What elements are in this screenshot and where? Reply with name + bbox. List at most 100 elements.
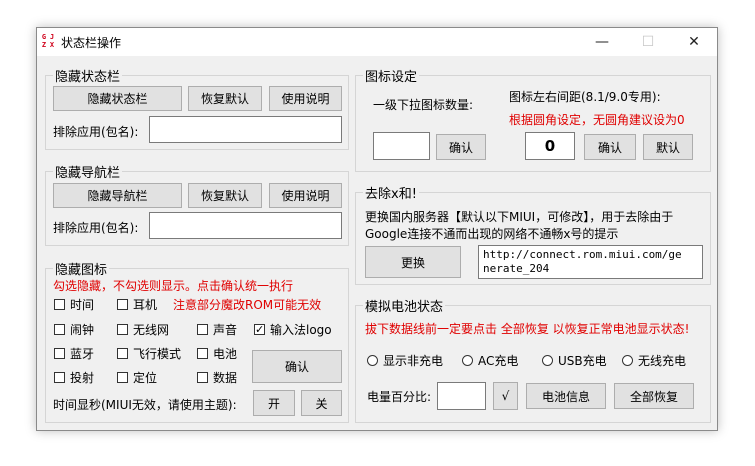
navbar-exclude-label: 排除应用(包名): (53, 221, 139, 235)
hide-icons-legend: 隐藏图标 (55, 263, 108, 278)
checkbox-box (117, 324, 128, 335)
checkbox-alarm[interactable]: 闹钟 (54, 321, 94, 338)
main-window: GJ ZX 状态栏操作 — ☐ ✕ 隐藏状态栏 隐藏状态栏 恢复默认 使用说明 … (36, 27, 718, 431)
maximize-icon: ☐ (641, 34, 655, 50)
remove-x-description-line1: 更换国内服务器【默认以下MIUI，可修改】，用于去除由于 (365, 210, 674, 224)
title-bar: GJ ZX 状态栏操作 — ☐ ✕ (37, 28, 717, 56)
checkbox-box (197, 324, 208, 335)
battery-sim-legend: 模拟电池状态 (365, 300, 444, 315)
replace-server-button[interactable]: 更换 (365, 246, 461, 278)
statusbar-restore-button[interactable]: 恢复默认 (188, 86, 262, 111)
minimize-icon: — (595, 34, 609, 50)
checkbox-box (117, 348, 128, 359)
checkmark-icon: ✓ (254, 323, 265, 336)
close-button[interactable]: ✕ (671, 28, 717, 56)
checkbox-label: 电池 (213, 347, 238, 361)
hide-statusbar-button[interactable]: 隐藏状态栏 (53, 86, 182, 111)
checkbox-label: 蓝牙 (70, 347, 95, 361)
checkbox-ime-logo[interactable]: ✓ 输入法logo (254, 321, 332, 338)
checkbox-box (54, 299, 65, 310)
checkbox-box (197, 348, 208, 359)
server-url-input[interactable]: http://connect.rom.miui.com/ge nerate_20… (478, 245, 703, 279)
checkbox-label: 输入法logo (270, 323, 332, 337)
dropdown-count-input[interactable] (373, 132, 430, 160)
logo-letter: J (49, 33, 55, 41)
battery-restore-all-button[interactable]: 全部恢复 (614, 383, 694, 409)
checkbox-label: 声音 (213, 323, 238, 337)
checkbox-box (197, 372, 208, 383)
close-icon: ✕ (688, 34, 700, 50)
radio-label: 无线充电 (638, 354, 687, 368)
radio-label: USB充电 (558, 354, 607, 368)
checkbox-cast[interactable]: 投射 (54, 369, 94, 386)
hide-navbar-legend: 隐藏导航栏 (55, 166, 121, 181)
icon-spacing-confirm-button[interactable]: 确认 (584, 134, 636, 160)
checkbox-time[interactable]: 时间 (54, 296, 94, 313)
server-url-line2: nerate_204 (483, 262, 550, 275)
checkbox-data[interactable]: 数据 (197, 369, 237, 386)
radio-circle (542, 355, 553, 366)
checkbox-label: 闹钟 (70, 323, 95, 337)
navbar-help-button[interactable]: 使用说明 (269, 183, 342, 208)
checkbox-battery[interactable]: 电池 (197, 345, 237, 362)
radio-not-charging[interactable]: 显示非充电 (367, 352, 443, 369)
checkbox-label: 时间 (70, 298, 95, 312)
hide-navbar-button[interactable]: 隐藏导航栏 (53, 183, 182, 208)
radio-label: 显示非充电 (383, 354, 444, 368)
navbar-restore-button[interactable]: 恢复默认 (188, 183, 262, 208)
rom-warning-text: 注意部分魔改ROM可能无效 (173, 298, 322, 312)
seconds-on-button[interactable]: 开 (253, 390, 295, 416)
checkbox-box (54, 372, 65, 383)
icon-spacing-label: 图标左右间距(8.1/9.0专用): (509, 90, 661, 104)
checkbox-box (54, 348, 65, 359)
checkbox-headphone[interactable]: 耳机 (117, 296, 157, 313)
checkbox-label: 数据 (213, 371, 238, 385)
battery-apply-button[interactable]: √ (493, 382, 518, 410)
radio-circle (622, 355, 633, 366)
seconds-label: 时间显秒(MIUI无效，请使用主题): (53, 398, 237, 412)
logo-letter: Z (41, 41, 47, 49)
checkbox-box (117, 372, 128, 383)
statusbar-exclude-input[interactable] (149, 116, 342, 143)
checkbox-label: 无线网 (133, 323, 170, 337)
icon-spacing-input[interactable]: 0 (525, 132, 575, 160)
checkbox-box (117, 299, 128, 310)
hide-icons-confirm-button[interactable]: 确认 (252, 350, 342, 383)
statusbar-help-button[interactable]: 使用说明 (269, 86, 342, 111)
battery-level-input[interactable] (437, 382, 486, 410)
checkbox-wifi[interactable]: 无线网 (117, 321, 169, 338)
maximize-button[interactable]: ☐ (625, 28, 671, 56)
server-url-line1: http://connect.rom.miui.com/ge (483, 248, 682, 261)
seconds-off-button[interactable]: 关 (301, 390, 342, 416)
remove-x-description-line2: Google连接不通而出现的网络不通畅x号的提示 (365, 227, 619, 241)
radio-circle (462, 355, 473, 366)
radio-circle (367, 355, 378, 366)
minimize-button[interactable]: — (579, 28, 625, 56)
battery-level-label: 电量百分比: (367, 390, 432, 404)
navbar-exclude-input[interactable] (149, 212, 342, 239)
checkbox-label: 投射 (70, 371, 95, 385)
logo-letter: G (41, 33, 47, 41)
remove-x-legend: 去除x和! (365, 187, 417, 202)
checkbox-location[interactable]: 定位 (117, 369, 157, 386)
radio-wireless-charging[interactable]: 无线充电 (622, 352, 686, 369)
battery-sim-warning: 拔下数据线前一定要点击 全部恢复 以恢复正常电池显示状态! (365, 322, 690, 336)
radio-label: AC充电 (478, 354, 519, 368)
icon-spacing-default-button[interactable]: 默认 (643, 134, 693, 160)
window-title: 状态栏操作 (61, 36, 122, 50)
logo-letter: X (49, 41, 55, 49)
checkbox-box (54, 324, 65, 335)
battery-info-button[interactable]: 电池信息 (526, 383, 606, 409)
checkbox-airplane[interactable]: 飞行模式 (117, 345, 181, 362)
checkbox-bluetooth[interactable]: 蓝牙 (54, 345, 94, 362)
icon-settings-legend: 图标设定 (365, 70, 418, 85)
radio-ac-charging[interactable]: AC充电 (462, 352, 518, 369)
app-logo-icon: GJ ZX (40, 33, 56, 49)
radio-usb-charging[interactable]: USB充电 (542, 352, 607, 369)
hide-statusbar-legend: 隐藏状态栏 (55, 70, 121, 85)
hide-icons-hint: 勾选隐藏，不勾选则显示。点击确认统一执行 (53, 279, 294, 293)
statusbar-exclude-label: 排除应用(包名): (53, 125, 139, 139)
checkbox-label: 飞行模式 (133, 347, 182, 361)
dropdown-count-confirm-button[interactable]: 确认 (436, 134, 486, 160)
checkbox-sound[interactable]: 声音 (197, 321, 237, 338)
